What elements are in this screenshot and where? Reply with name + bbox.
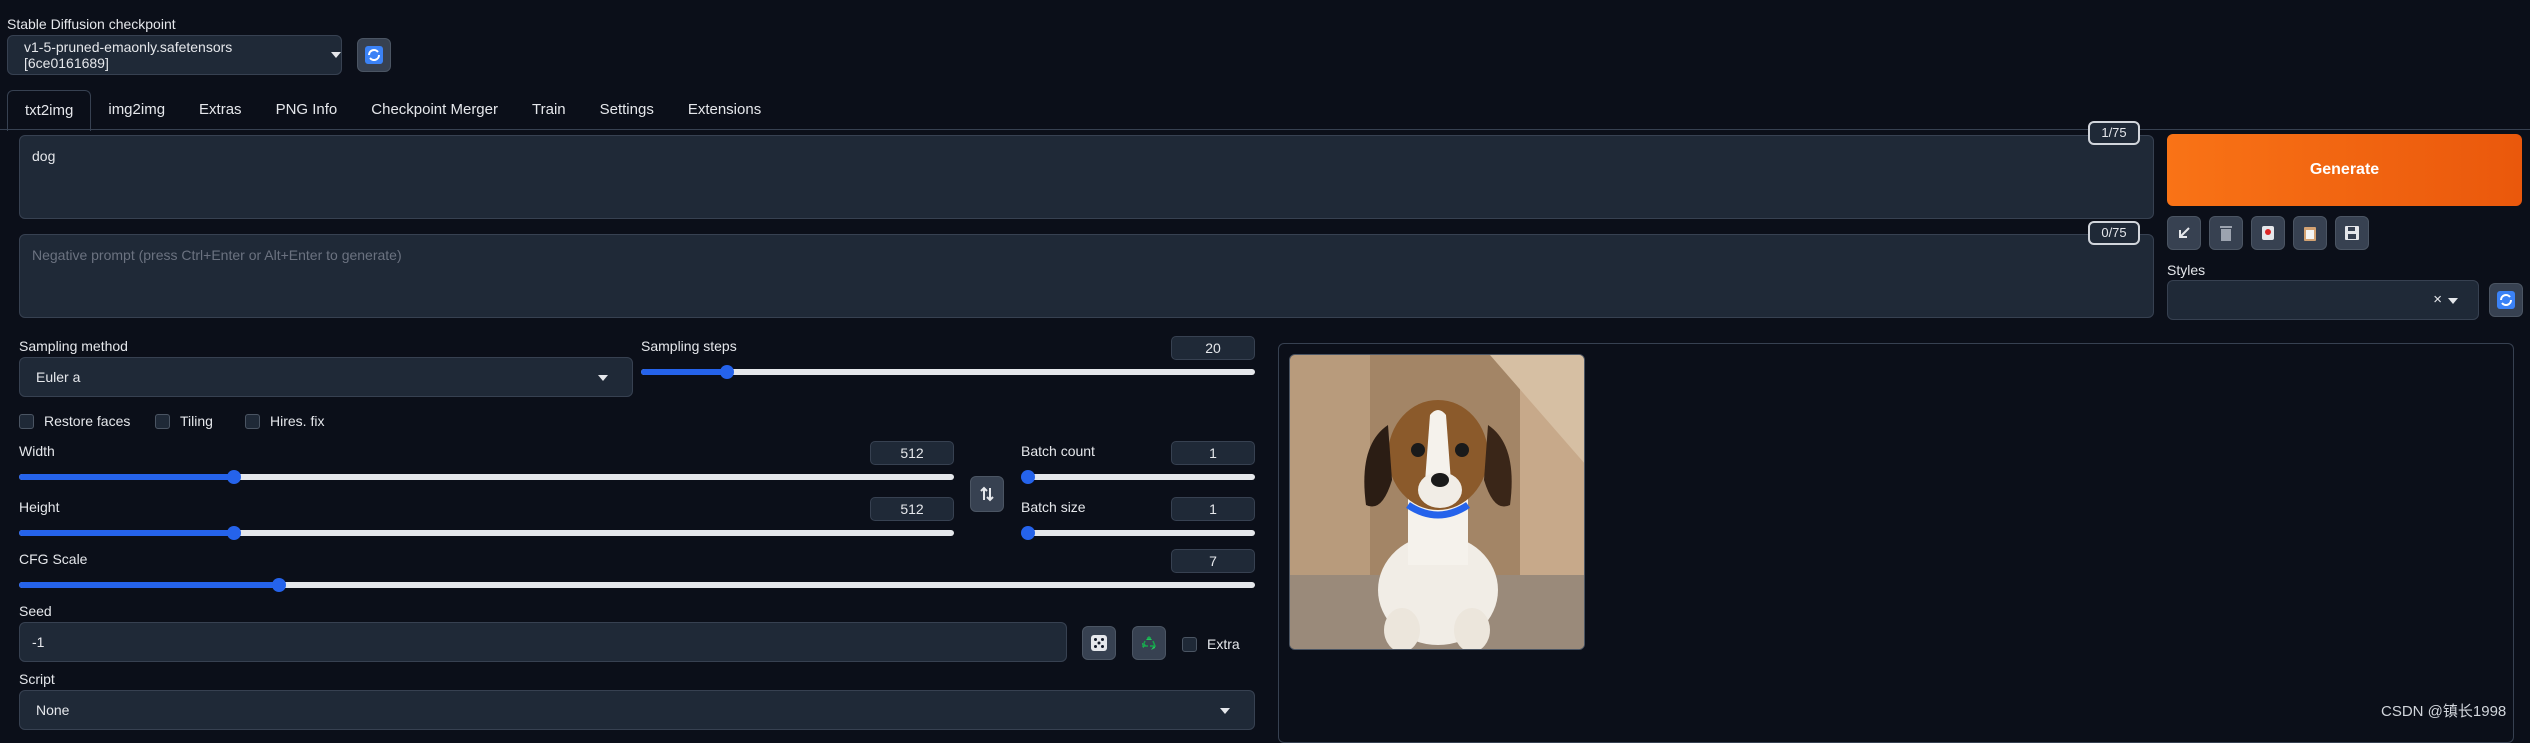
sampling-method-dropdown[interactable]: Euler a bbox=[19, 357, 633, 397]
dice-icon bbox=[1091, 635, 1107, 651]
tab-txt2img[interactable]: txt2img bbox=[7, 90, 92, 131]
slider-thumb[interactable] bbox=[271, 578, 286, 592]
batch-size-label: Batch size bbox=[1021, 499, 1086, 515]
width-slider[interactable] bbox=[19, 470, 954, 484]
slider-thumb[interactable] bbox=[227, 526, 242, 540]
clipboard-icon bbox=[2304, 227, 2316, 241]
seed-label: Seed bbox=[19, 603, 52, 619]
batch-count-label: Batch count bbox=[1021, 443, 1095, 459]
recycle-icon bbox=[1141, 636, 1157, 650]
height-label: Height bbox=[19, 499, 60, 515]
batch-count-input[interactable]: 1 bbox=[1171, 441, 1255, 465]
slider-thumb[interactable] bbox=[227, 470, 242, 484]
prompt-box: dog bbox=[19, 135, 2154, 219]
checkbox-box[interactable] bbox=[1182, 636, 1197, 652]
chevron-down-icon bbox=[331, 52, 341, 58]
tab-train[interactable]: Train bbox=[515, 90, 583, 130]
slider-thumb[interactable] bbox=[719, 365, 734, 379]
dog-image bbox=[1290, 355, 1584, 649]
floppy-disk-icon bbox=[2345, 226, 2359, 240]
script-label: Script bbox=[19, 671, 55, 687]
checkbox-box[interactable] bbox=[155, 413, 170, 429]
height-input[interactable]: 512 bbox=[870, 497, 954, 521]
hires-fix-checkbox[interactable]: Hires. fix bbox=[245, 413, 324, 429]
checkbox-box[interactable] bbox=[19, 413, 34, 429]
script-dropdown[interactable]: None bbox=[19, 690, 1255, 730]
prompt-token-counter: 1/75 bbox=[2088, 121, 2140, 145]
trash-icon bbox=[2220, 226, 2232, 241]
tool-buttons bbox=[2167, 216, 2369, 250]
tab-img2img[interactable]: img2img bbox=[91, 90, 182, 130]
output-gallery bbox=[1278, 343, 2514, 743]
tiling-checkbox[interactable]: Tiling bbox=[155, 413, 213, 429]
refresh-styles-button[interactable] bbox=[2489, 283, 2523, 317]
script-value: None bbox=[36, 702, 70, 718]
height-slider[interactable] bbox=[19, 526, 954, 540]
restore-faces-checkbox[interactable]: Restore faces bbox=[19, 413, 130, 429]
card-icon bbox=[2262, 226, 2274, 240]
apply-style-button[interactable] bbox=[2293, 216, 2327, 250]
width-input[interactable]: 512 bbox=[870, 441, 954, 465]
clear-prompt-button[interactable] bbox=[2209, 216, 2243, 250]
width-label: Width bbox=[19, 443, 55, 459]
random-seed-button[interactable] bbox=[1082, 626, 1116, 660]
sampling-method-value: Euler a bbox=[36, 369, 81, 385]
sampling-steps-slider[interactable] bbox=[641, 365, 1255, 379]
slider-thumb[interactable] bbox=[1021, 470, 1035, 484]
tab-settings[interactable]: Settings bbox=[583, 90, 671, 130]
negative-prompt-token-counter: 0/75 bbox=[2088, 221, 2140, 245]
chevron-down-icon bbox=[1220, 708, 1230, 714]
tab-png-info[interactable]: PNG Info bbox=[259, 90, 355, 130]
tab-checkpoint-merger[interactable]: Checkpoint Merger bbox=[354, 90, 515, 130]
extra-networks-button[interactable] bbox=[2251, 216, 2285, 250]
checkpoint-label: Stable Diffusion checkpoint bbox=[7, 16, 176, 32]
tab-extensions[interactable]: Extensions bbox=[671, 90, 778, 130]
negative-prompt-input[interactable]: Negative prompt (press Ctrl+Enter or Alt… bbox=[32, 247, 402, 263]
extra-seed-checkbox[interactable]: Extra bbox=[1182, 636, 1240, 652]
batch-size-input[interactable]: 1 bbox=[1171, 497, 1255, 521]
clear-styles-icon[interactable]: × bbox=[2433, 291, 2442, 308]
restore-faces-label: Restore faces bbox=[44, 413, 131, 429]
prompt-input[interactable]: dog bbox=[32, 148, 55, 164]
cfg-scale-label: CFG Scale bbox=[19, 551, 88, 567]
watermark-text: CSDN @镇长1998 bbox=[2381, 703, 2507, 720]
generated-image[interactable] bbox=[1289, 354, 1585, 650]
batch-size-slider[interactable] bbox=[1021, 526, 1255, 540]
tab-divider bbox=[0, 129, 2530, 130]
checkpoint-value: v1-5-pruned-emaonly.safetensors [6ce0161… bbox=[24, 39, 233, 71]
sampling-steps-label: Sampling steps bbox=[641, 338, 737, 354]
styles-dropdown[interactable]: × bbox=[2167, 280, 2479, 320]
seed-input[interactable]: -1 bbox=[32, 634, 44, 650]
reuse-seed-button[interactable] bbox=[1132, 626, 1166, 660]
checkbox-box[interactable] bbox=[245, 413, 260, 429]
cfg-scale-slider[interactable] bbox=[19, 578, 1255, 592]
tab-extras[interactable]: Extras bbox=[182, 90, 259, 130]
swap-arrows-icon bbox=[980, 486, 994, 502]
negative-prompt-box: Negative prompt (press Ctrl+Enter or Alt… bbox=[19, 234, 2154, 318]
cfg-scale-input[interactable]: 7 bbox=[1171, 549, 1255, 573]
sampling-method-label: Sampling method bbox=[19, 338, 128, 354]
styles-label: Styles bbox=[2167, 262, 2206, 278]
batch-count-slider[interactable] bbox=[1021, 470, 1255, 484]
read-params-button[interactable] bbox=[2167, 216, 2201, 250]
slider-thumb[interactable] bbox=[1021, 526, 1035, 540]
extra-label: Extra bbox=[1207, 636, 1240, 652]
arrow-down-left-icon bbox=[2179, 227, 2190, 238]
chevron-down-icon bbox=[2448, 298, 2458, 304]
save-style-button[interactable] bbox=[2335, 216, 2369, 250]
tab-bar: txt2img img2img Extras PNG Info Checkpoi… bbox=[7, 90, 778, 131]
seed-box: -1 bbox=[19, 622, 1067, 662]
sampling-steps-input[interactable]: 20 bbox=[1171, 336, 1255, 360]
hires-fix-label: Hires. fix bbox=[270, 413, 325, 429]
refresh-icon bbox=[365, 46, 383, 64]
tiling-label: Tiling bbox=[180, 413, 213, 429]
swap-dimensions-button[interactable] bbox=[970, 476, 1004, 512]
chevron-down-icon bbox=[598, 375, 608, 381]
refresh-icon bbox=[2497, 291, 2515, 309]
generate-button[interactable]: Generate bbox=[2167, 134, 2522, 206]
refresh-checkpoint-button[interactable] bbox=[357, 38, 391, 72]
checkpoint-dropdown[interactable]: v1-5-pruned-emaonly.safetensors [6ce0161… bbox=[7, 35, 342, 75]
